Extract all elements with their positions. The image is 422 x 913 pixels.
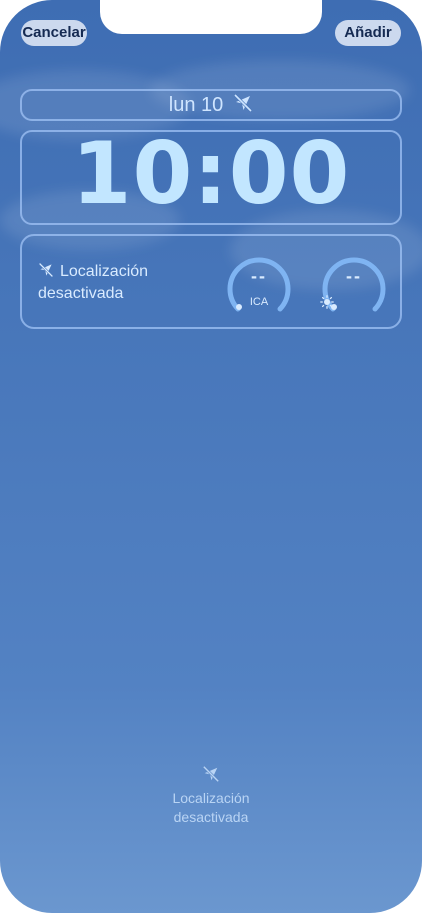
location-widget-line2: desactivada [38,285,124,302]
uv-value: -- [346,266,362,286]
lock-screen-editor: Cancelar Añadir lun 10 10:00 Localizació… [0,0,422,913]
bottom-location-line1: Localización [172,790,250,806]
aqi-value: -- [251,266,267,286]
add-button[interactable]: Añadir [335,20,401,46]
cancel-button[interactable]: Cancelar [21,20,87,46]
clock-time: 10:00 [71,124,351,224]
location-widget[interactable]: Localización desactivada [38,262,188,304]
bottom-location-notice: Localización desactivada [0,765,422,827]
date-label: lun 10 [168,93,224,116]
bottom-location-line2: desactivada [173,809,249,825]
device-notch [100,0,322,34]
location-off-icon [0,765,422,783]
clock-slot[interactable]: 10:00 [20,124,402,225]
uv-gauge-widget[interactable]: -- [320,254,388,318]
widgets-slot[interactable]: Localización desactivada -- ICA -- [20,234,402,329]
aqi-gauge-widget[interactable]: -- ICA [225,254,293,318]
location-widget-line1: Localización [60,263,149,280]
date-widget-slot[interactable]: lun 10 [20,89,402,121]
location-off-icon [38,262,54,284]
location-off-icon [233,93,253,118]
aqi-label: ICA [249,296,269,308]
